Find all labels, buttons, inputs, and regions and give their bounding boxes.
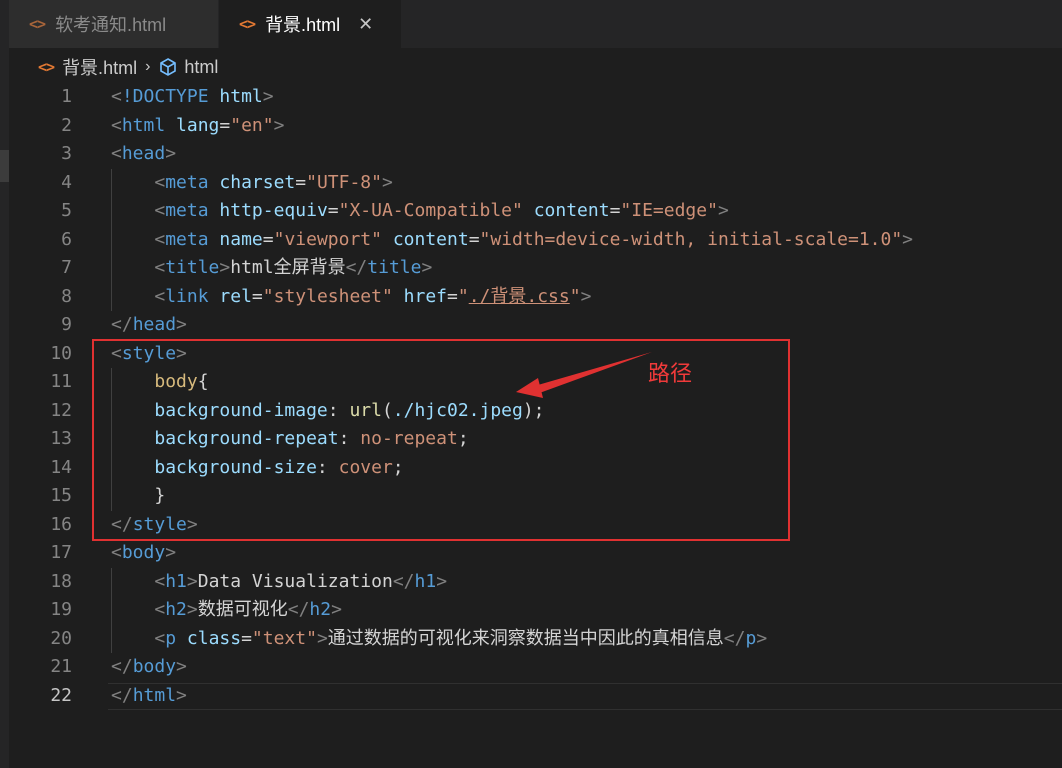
annotation-arrow-icon — [516, 352, 652, 398]
annotation-label: 路径 — [648, 362, 693, 387]
